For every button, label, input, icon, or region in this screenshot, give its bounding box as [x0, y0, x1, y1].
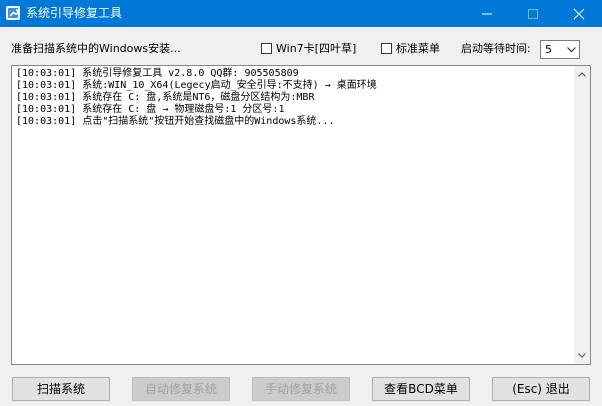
manual-repair-button[interactable]: 手动修复系统: [252, 377, 350, 401]
status-text: 准备扫描系统中的Windows安装...: [11, 42, 181, 55]
log-line: [10:03:01] 点击"扫描系统"按钮开始查找磁盘中的Windows系统..…: [16, 116, 335, 127]
log-line: [10:03:01] 系统存在 C: 盘,系统是NT6，磁盘分区结构为:MBR: [16, 92, 315, 103]
log-output[interactable]: [10:03:01] 系统引导修复工具 v2.8.0 QQ群: 90550580…: [11, 65, 591, 365]
chevron-down-icon: [578, 353, 586, 358]
wait-time-select[interactable]: 5: [540, 40, 580, 59]
minimize-icon: [482, 13, 492, 15]
close-icon: [573, 8, 585, 20]
maximize-icon: [528, 9, 538, 19]
win7-card-label[interactable]: Win7卡[四叶草]: [276, 42, 356, 56]
window-title: 系统引导修复工具: [26, 6, 123, 20]
log-line: [10:03:01] 系统引导修复工具 v2.8.0 QQ群: 90550580…: [16, 68, 299, 79]
chevron-up-icon: [578, 72, 586, 77]
win7-card-checkbox[interactable]: [261, 43, 272, 54]
minimize-button[interactable]: [464, 0, 510, 27]
maximize-button[interactable]: [510, 0, 556, 27]
log-line: [10:03:01] 系统存在 C: 盘 → 物理磁盘号:1 分区号:1: [16, 104, 285, 115]
scan-system-button[interactable]: 扫描系统: [12, 377, 110, 401]
scroll-down-button[interactable]: [574, 347, 590, 364]
standard-menu-checkbox[interactable]: [381, 43, 392, 54]
standard-menu-label[interactable]: 标准菜单: [396, 42, 440, 56]
view-bcd-menu-button[interactable]: 查看BCD菜单: [372, 377, 470, 401]
chevron-down-icon: [567, 47, 576, 53]
app-wrench-icon: [5, 5, 21, 21]
log-line: [10:03:01] 系统:WIN_10_X64(Legecy启动_安全引导:不…: [16, 80, 377, 91]
title-bar[interactable]: 系统引导修复工具: [0, 0, 602, 27]
log-scrollbar[interactable]: [574, 66, 590, 364]
close-button[interactable]: [556, 0, 602, 27]
wait-time-label: 启动等待时间:: [461, 42, 531, 55]
wait-time-value: 5: [545, 43, 552, 56]
exit-button[interactable]: (Esc) 退出: [492, 377, 590, 401]
auto-repair-button[interactable]: 自动修复系统: [132, 377, 230, 401]
log-lines: [10:03:01] 系统引导修复工具 v2.8.0 QQ群: 90550580…: [16, 68, 571, 128]
scroll-up-button[interactable]: [574, 66, 590, 83]
